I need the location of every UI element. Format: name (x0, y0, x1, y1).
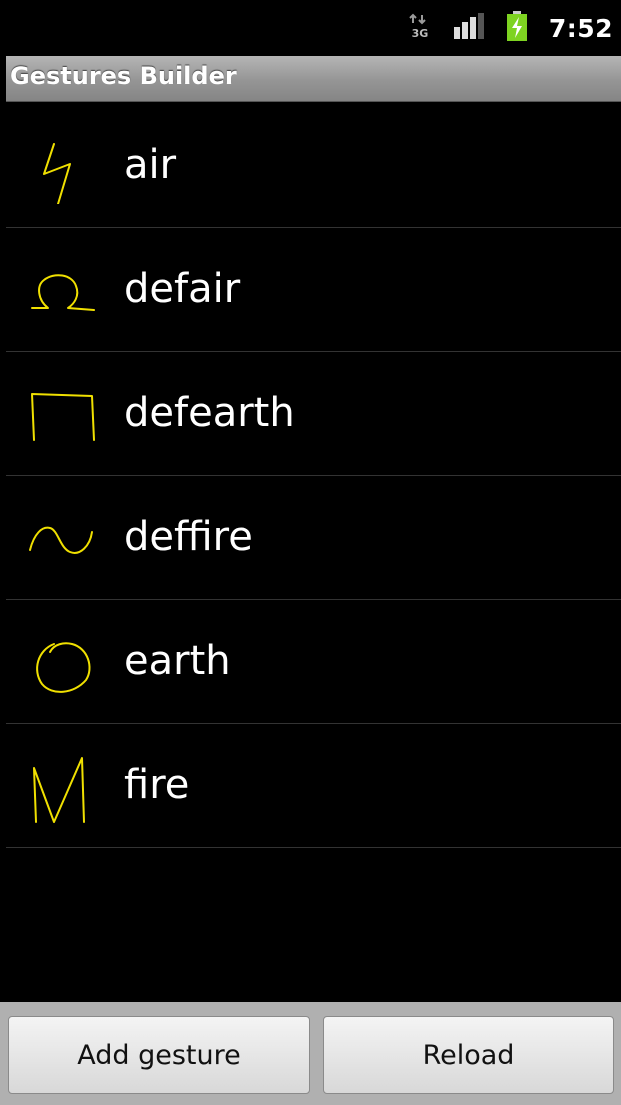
title-bar: Gestures Builder (6, 56, 621, 102)
gesture-defair-icon (31, 274, 95, 311)
status-bar: 3G 7:52 (0, 0, 621, 56)
list-item-defearth[interactable]: defearth (6, 352, 621, 476)
reload-button[interactable]: Reload (323, 1016, 614, 1094)
list-item-air[interactable]: air (6, 104, 621, 228)
gesture-deffire-icon (29, 526, 93, 554)
list-item-earth[interactable]: earth (6, 600, 621, 724)
3g-data-icon: 3G (409, 13, 431, 43)
gesture-defearth-icon (31, 393, 95, 441)
gesture-label: defearth (124, 390, 295, 436)
gesture-label: fire (124, 762, 190, 808)
list-item-fire[interactable]: fire (6, 724, 621, 848)
gesture-label: defair (124, 266, 241, 312)
list-item-deffire[interactable]: deffire (6, 476, 621, 600)
gesture-label: air (124, 142, 177, 188)
gesture-fire-icon (33, 757, 85, 823)
add-gesture-button[interactable]: Add gesture (8, 1016, 310, 1094)
list-item-defair[interactable]: defair (6, 228, 621, 352)
gesture-label: earth (124, 638, 231, 684)
button-bar: Add gesture Reload (0, 1002, 621, 1105)
app-title: Gestures Builder (10, 62, 237, 90)
gesture-label: deffire (124, 514, 253, 560)
clock: 7:52 (548, 13, 613, 43)
status-icons: 3G 7:52 (409, 0, 613, 56)
battery-charging-icon (506, 11, 527, 45)
gesture-air-icon (43, 143, 71, 204)
svg-text:3G: 3G (411, 27, 428, 39)
gesture-earth-icon (36, 642, 91, 693)
gesture-list: air defair defearth deffire earth fire (6, 104, 621, 848)
signal-strength-icon (453, 13, 485, 43)
